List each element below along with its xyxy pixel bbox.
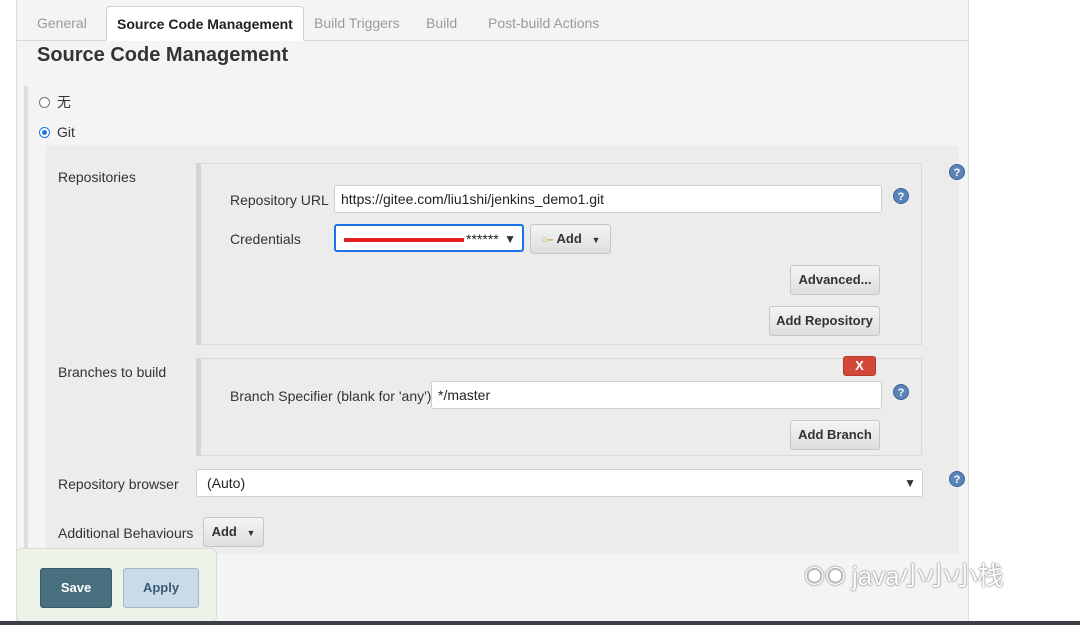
scm-option-git[interactable]: Git: [39, 124, 75, 140]
watermark: ◉◉ java小小小栈: [804, 556, 1004, 593]
scm-option-none-label: 无: [57, 94, 71, 110]
page-title: Source Code Management: [37, 44, 289, 66]
repository-url-label: Repository URL: [230, 192, 329, 208]
add-credentials-button[interactable]: ○– Add ▼: [530, 224, 611, 254]
credentials-value: ******: [466, 231, 499, 247]
git-settings: Repositories Repository URL https://gite…: [46, 146, 965, 554]
repository-panel: Repository URL https://gitee.com/liu1shi…: [196, 163, 922, 345]
caret-down-icon: ▼: [591, 235, 601, 245]
advanced-button[interactable]: Advanced...: [790, 265, 880, 295]
apply-button[interactable]: Apply: [123, 568, 199, 608]
radio-none[interactable]: [39, 96, 50, 108]
scm-option-none[interactable]: 无: [39, 92, 71, 112]
add-credentials-label: Add: [556, 231, 582, 246]
tab-build[interactable]: Build: [426, 6, 457, 40]
repositories-help-icon[interactable]: ?: [949, 164, 965, 180]
additional-behaviours-label: Additional Behaviours: [58, 525, 194, 541]
branches-label: Branches to build: [58, 364, 167, 380]
add-behaviour-button[interactable]: Add ▼: [203, 517, 264, 547]
form-footer: Save Apply: [16, 548, 217, 622]
chevron-down-icon: ▼: [504, 232, 516, 246]
wechat-icon: ◉◉: [804, 561, 846, 588]
key-icon: ○–: [540, 234, 554, 246]
credentials-select[interactable]: ****** ▼: [334, 224, 524, 252]
tab-post-build-actions[interactable]: Post-build Actions: [488, 6, 599, 40]
chevron-down-icon: ▼: [904, 476, 916, 490]
tab-bar: General Source Code Management Build Tri…: [17, 0, 968, 41]
radio-git[interactable]: [39, 126, 50, 138]
config-form: General Source Code Management Build Tri…: [16, 0, 969, 625]
credentials-label: Credentials: [230, 231, 301, 247]
delete-branch-button[interactable]: X: [843, 356, 876, 376]
add-repository-button[interactable]: Add Repository: [769, 306, 880, 336]
tab-build-triggers[interactable]: Build Triggers: [314, 6, 400, 40]
credentials-redacted: [344, 238, 464, 243]
caret-down-icon: ▼: [246, 528, 256, 538]
branch-panel: X Branch Specifier (blank for 'any') */m…: [196, 356, 922, 456]
repository-browser-help-icon[interactable]: ?: [949, 471, 965, 487]
save-button[interactable]: Save: [40, 568, 112, 608]
tab-general[interactable]: General: [37, 6, 87, 40]
help-icon[interactable]: ?: [893, 188, 909, 204]
window-bottom-edge: [0, 621, 1080, 625]
watermark-text: java小小小栈: [851, 561, 1004, 591]
add-behaviour-label: Add: [211, 524, 237, 539]
repository-url-input[interactable]: https://gitee.com/liu1shi/jenkins_demo1.…: [334, 185, 882, 213]
repositories-label: Repositories: [58, 169, 136, 185]
help-icon[interactable]: ?: [893, 384, 909, 400]
tab-source-code-management[interactable]: Source Code Management: [106, 6, 304, 41]
scm-option-git-label: Git: [57, 124, 75, 140]
repository-browser-value: (Auto): [207, 475, 246, 491]
branch-specifier-input[interactable]: */master: [431, 381, 882, 409]
branch-specifier-label: Branch Specifier (blank for 'any'): [230, 388, 432, 404]
repository-browser-label: Repository browser: [58, 476, 179, 492]
repository-browser-select[interactable]: (Auto) ▼: [196, 469, 923, 497]
add-branch-button[interactable]: Add Branch: [790, 420, 880, 450]
